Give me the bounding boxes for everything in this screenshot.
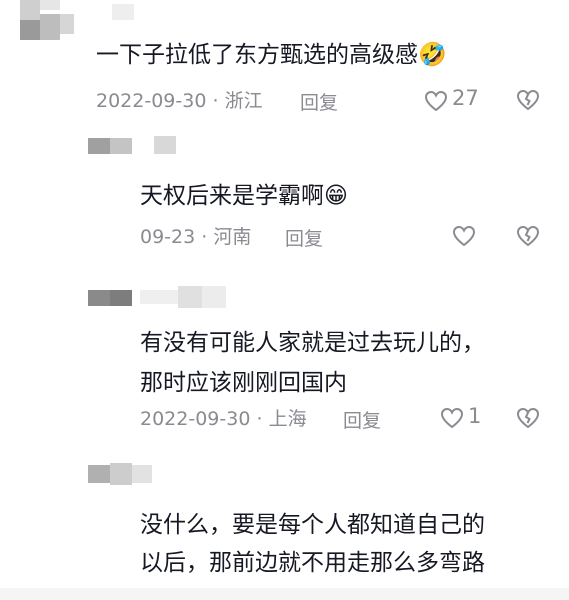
meta-separator: · xyxy=(212,90,219,112)
like-button[interactable] xyxy=(452,225,476,247)
comment-text: 有没有可能人家就是过去玩儿的， 那时应该刚刚回国内 xyxy=(140,326,485,400)
comment-date: 09-23 xyxy=(140,226,196,248)
reply-button[interactable]: 回复 xyxy=(285,224,323,251)
comment-text: 没什么，要是每个人都知道自己的 以后，那前边就不用走那么多弯路 xyxy=(140,508,485,580)
avatar[interactable] xyxy=(88,288,134,308)
comment-body-line-2: 以后，那前边就不用走那么多弯路 xyxy=(140,550,485,576)
comment-body: 天权后来是学霸啊 xyxy=(140,183,324,209)
comment-location: 河南 xyxy=(213,226,252,248)
comment-location: 上海 xyxy=(268,408,307,430)
username-blurred[interactable] xyxy=(112,4,134,20)
like-button[interactable]: 27 xyxy=(424,86,484,114)
like-count: 1 xyxy=(468,404,482,428)
username-blurred[interactable] xyxy=(140,286,240,310)
heart-icon xyxy=(452,225,476,247)
comment-date: 2022-09-30 xyxy=(96,90,207,112)
comment-meta: 2022-09-30 · 上海 xyxy=(140,406,307,432)
comment-meta: 09-23 · 河南 xyxy=(140,224,251,250)
broken-heart-icon xyxy=(516,89,540,111)
comment-body-line-2: 那时应该刚刚回国内 xyxy=(140,370,347,396)
avatar[interactable] xyxy=(88,134,134,154)
broken-heart-icon xyxy=(516,225,540,247)
like-count: 27 xyxy=(452,86,479,110)
avatar[interactable] xyxy=(20,0,80,42)
comment-text: 一下子拉低了东方甄选的高级感🤣 xyxy=(96,38,447,72)
comment-location: 浙江 xyxy=(224,90,263,112)
grin-emoji-icon: 😁 xyxy=(324,183,348,209)
dislike-button[interactable] xyxy=(516,407,540,429)
avatar[interactable] xyxy=(88,463,154,485)
broken-heart-icon xyxy=(516,407,540,429)
comment-date: 2022-09-30 xyxy=(140,408,251,430)
heart-icon xyxy=(424,90,448,112)
dislike-button[interactable] xyxy=(516,89,540,111)
meta-separator: · xyxy=(256,408,263,430)
like-button[interactable]: 1 xyxy=(440,404,490,432)
comment-body: 一下子拉低了东方甄选的高级感 xyxy=(96,42,418,68)
heart-icon xyxy=(440,407,464,429)
reply-button[interactable]: 回复 xyxy=(300,88,338,115)
meta-separator: · xyxy=(201,226,208,248)
dislike-button[interactable] xyxy=(516,225,540,247)
bottom-bar xyxy=(0,588,569,600)
rofl-emoji-icon: 🤣 xyxy=(418,42,447,68)
username-blurred[interactable] xyxy=(154,136,176,154)
comment-meta: 2022-09-30 · 浙江 xyxy=(96,88,263,114)
reply-button[interactable]: 回复 xyxy=(343,406,381,433)
comment-text: 天权后来是学霸啊😁 xyxy=(140,179,348,213)
comment-body-line-1: 没什么，要是每个人都知道自己的 xyxy=(140,512,485,538)
comment-body-line-1: 有没有可能人家就是过去玩儿的， xyxy=(140,330,485,356)
